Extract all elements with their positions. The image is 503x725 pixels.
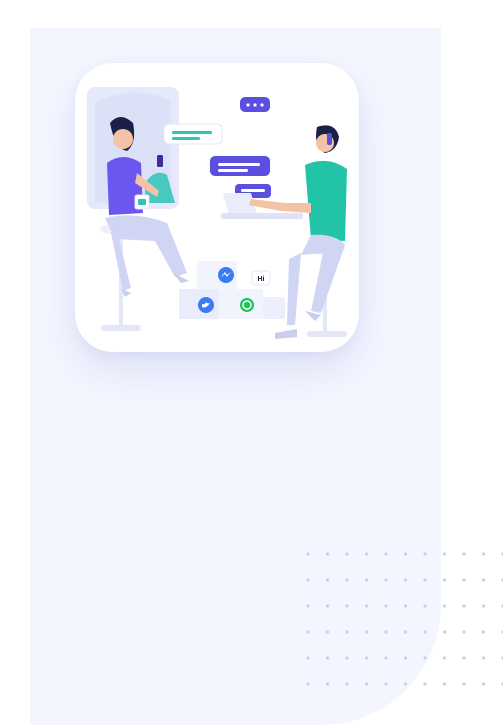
grid-dot <box>306 552 310 556</box>
customer-support-illustration: Hi <box>87 87 347 339</box>
grid-dot <box>364 552 369 556</box>
chat-bubble-top-icon <box>240 97 270 112</box>
messenger-icon <box>218 267 234 283</box>
grid-dot <box>481 552 486 556</box>
grid-dot <box>384 578 388 582</box>
twitter-icon <box>198 297 214 313</box>
grid-dot <box>462 604 466 608</box>
grid-dot <box>442 630 447 634</box>
grid-dot <box>364 656 369 660</box>
grid-dot <box>325 604 330 608</box>
social-cubes <box>179 261 285 319</box>
headset-icon <box>327 133 332 145</box>
grid-dot <box>345 682 349 686</box>
grid-dot <box>364 682 369 686</box>
hi-text: Hi <box>258 276 265 283</box>
grid-dot <box>325 630 330 634</box>
grid-dot <box>306 604 310 608</box>
grid-dot <box>403 604 408 608</box>
grid-dot <box>384 682 388 686</box>
grid-dot <box>442 682 447 686</box>
grid-dot <box>384 656 388 660</box>
grid-dot <box>384 630 388 634</box>
grid-dot <box>403 552 408 556</box>
grid-dot <box>325 656 330 660</box>
grid-dot <box>306 578 310 582</box>
grid-dot <box>462 656 466 660</box>
grid-dot <box>403 630 408 634</box>
dot-grid-decoration <box>306 552 503 686</box>
grid-dot <box>462 630 466 634</box>
grid-dot <box>442 578 447 582</box>
grid-dot <box>364 578 369 582</box>
grid-dot <box>306 630 310 634</box>
grid-dot <box>481 630 486 634</box>
chat-bubble-left-icon <box>163 123 223 145</box>
grid-dot <box>442 604 447 608</box>
coffee-mug-icon <box>134 194 150 210</box>
grid-dot <box>345 552 349 556</box>
grid-dot <box>403 578 408 582</box>
grid-dot <box>462 578 466 582</box>
grid-dot <box>384 604 388 608</box>
grid-dot <box>481 682 486 686</box>
grid-dot <box>442 656 447 660</box>
grid-dot <box>442 552 447 556</box>
grid-dot <box>423 656 427 660</box>
grid-dot <box>481 604 486 608</box>
grid-dot <box>423 604 427 608</box>
grid-dot <box>423 630 427 634</box>
grid-dot <box>345 604 349 608</box>
grid-dot <box>481 578 486 582</box>
grid-dot <box>423 552 427 556</box>
grid-dot <box>423 578 427 582</box>
grid-dot <box>325 578 330 582</box>
grid-dot <box>306 682 310 686</box>
grid-dot <box>462 552 466 556</box>
grid-dot <box>325 682 330 686</box>
grid-dot <box>462 682 466 686</box>
hi-chat-bubble: Hi <box>251 270 271 286</box>
grid-dot <box>325 552 330 556</box>
grid-dot <box>345 630 349 634</box>
grid-dot <box>423 682 427 686</box>
grid-dot <box>345 578 349 582</box>
grid-dot <box>306 656 310 660</box>
chat-bubble-middle-icon <box>210 156 270 176</box>
grid-dot <box>364 630 369 634</box>
grid-dot <box>345 656 349 660</box>
grid-dot <box>403 682 408 686</box>
whatsapp-icon <box>240 298 254 312</box>
support-illustration-card: Hi <box>75 63 359 352</box>
grid-dot <box>403 656 408 660</box>
grid-dot <box>364 604 369 608</box>
grid-dot <box>384 552 388 556</box>
grid-dot <box>481 656 486 660</box>
